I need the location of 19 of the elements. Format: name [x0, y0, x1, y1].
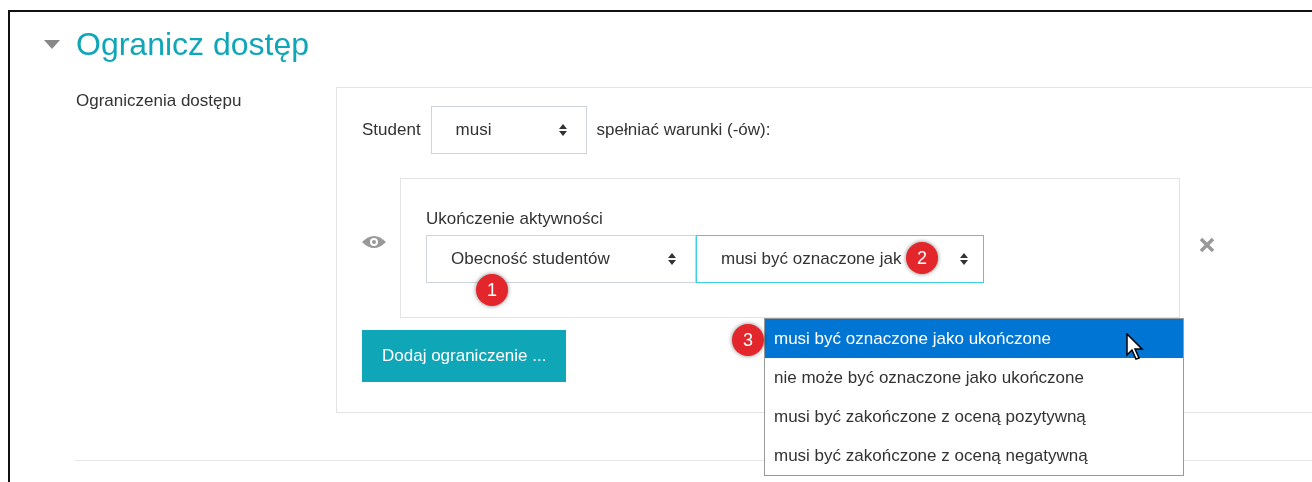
- condition-title: Ukończenie aktywności: [426, 209, 603, 228]
- close-icon[interactable]: [1199, 237, 1215, 253]
- dropdown-option[interactable]: nie może być oznaczone jako ukończone: [765, 358, 1183, 397]
- eye-icon[interactable]: [361, 234, 387, 250]
- callout-badge: 3: [732, 324, 764, 356]
- sort-arrows-icon: [667, 252, 677, 266]
- mouse-cursor-icon: [1126, 333, 1146, 361]
- activity-select[interactable]: Obecność studentów: [426, 235, 696, 283]
- mode-select[interactable]: musi: [430, 106, 587, 154]
- sort-arrows-icon: [959, 252, 969, 266]
- dropdown-option[interactable]: musi być oznaczone jako ukończone: [765, 319, 1183, 358]
- sort-arrows-icon: [557, 123, 568, 137]
- collapse-caret-icon[interactable]: [44, 39, 60, 50]
- field-label: Ograniczenia dostępu: [76, 91, 242, 110]
- callout-badge: 1: [476, 274, 508, 306]
- conditions-label: spełniać warunki (-ów):: [596, 120, 771, 140]
- student-label: Student: [362, 120, 421, 140]
- dropdown-option[interactable]: musi być zakończone z oceną pozytywną: [765, 397, 1183, 436]
- dropdown-option[interactable]: musi być zakończone z oceną negatywną: [765, 436, 1183, 475]
